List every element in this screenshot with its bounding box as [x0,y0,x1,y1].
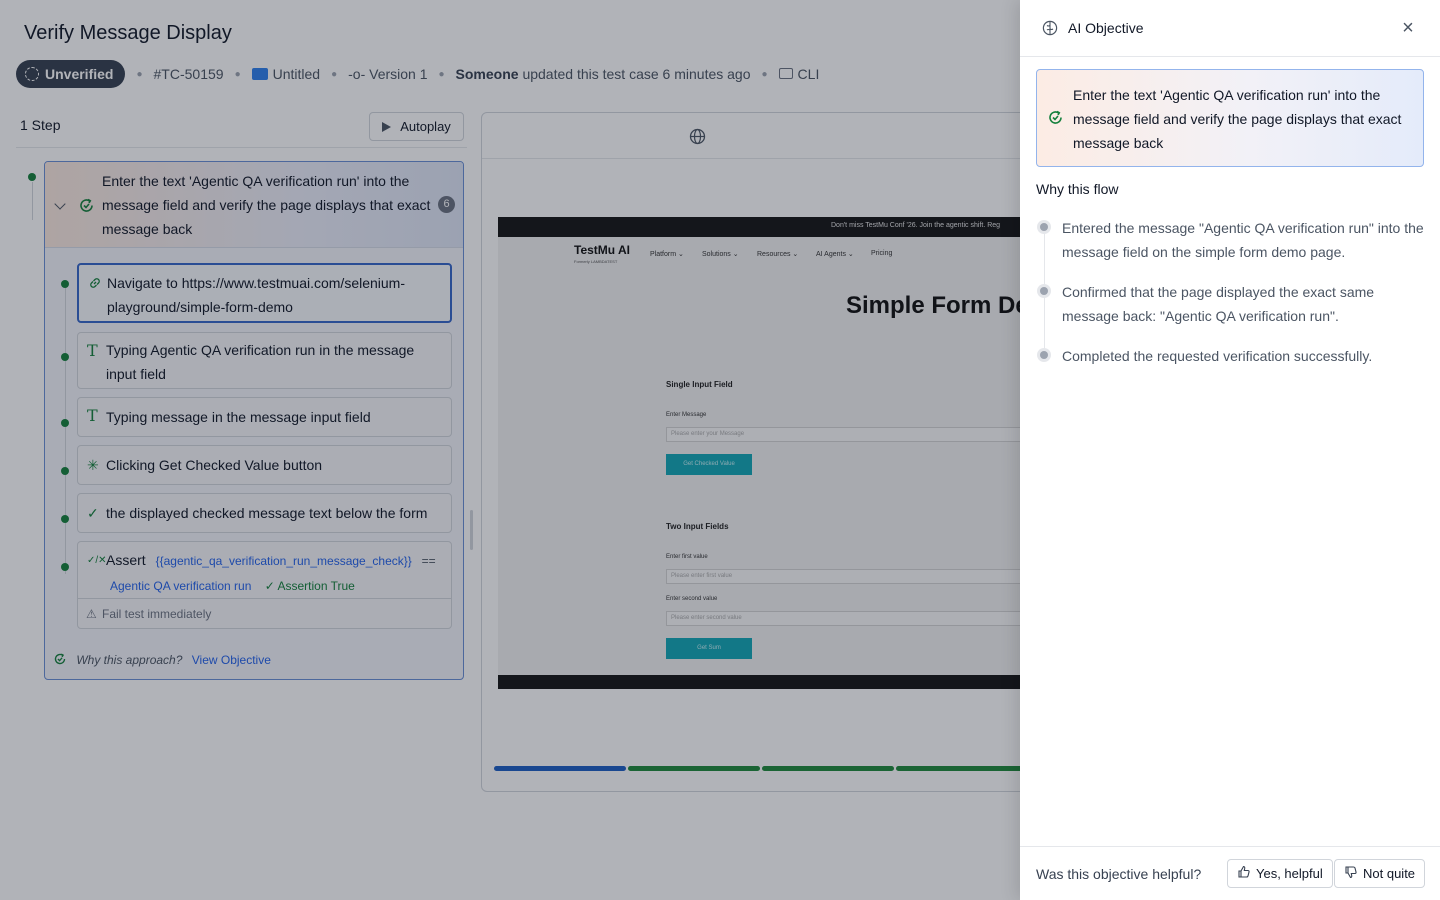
refresh-icon [1049,110,1062,124]
bullet-dot [1040,223,1048,231]
feedback-question: Was this objective helpful? [1036,866,1202,882]
ai-objective-drawer: AI Objective × Enter the text 'Agentic Q… [1020,0,1440,900]
flow-item: Completed the requested verification suc… [1036,344,1424,368]
flow-item-text: Completed the requested verification suc… [1062,348,1373,364]
not-quite-button[interactable]: Not quite [1334,859,1426,888]
why-flow-heading: Why this flow [1036,181,1119,197]
flow-item: Entered the message "Agentic QA verifica… [1036,216,1424,264]
brain-icon [1042,20,1058,36]
objective-card: Enter the text 'Agentic QA verification … [1036,69,1424,167]
flow-item: Confirmed that the page displayed the ex… [1036,280,1424,328]
yes-helpful-label: Yes, helpful [1256,866,1323,881]
not-quite-label: Not quite [1363,866,1416,881]
objective-text: Enter the text 'Agentic QA verification … [1073,87,1402,151]
drawer-title: AI Objective [1068,20,1144,36]
flow-list: Entered the message "Agentic QA verifica… [1036,216,1424,384]
bullet-dot [1040,287,1048,295]
feedback-bar: Was this objective helpful? Yes, helpful… [1020,846,1440,900]
drawer-header: AI Objective × [1020,0,1440,57]
thumbs-up-icon [1237,865,1251,882]
bullet-dot [1040,351,1048,359]
close-icon[interactable]: × [1400,18,1416,38]
yes-helpful-button[interactable]: Yes, helpful [1227,859,1333,888]
thumbs-down-icon [1344,865,1358,882]
flow-item-text: Confirmed that the page displayed the ex… [1062,284,1375,324]
flow-item-text: Entered the message "Agentic QA verifica… [1062,220,1424,260]
